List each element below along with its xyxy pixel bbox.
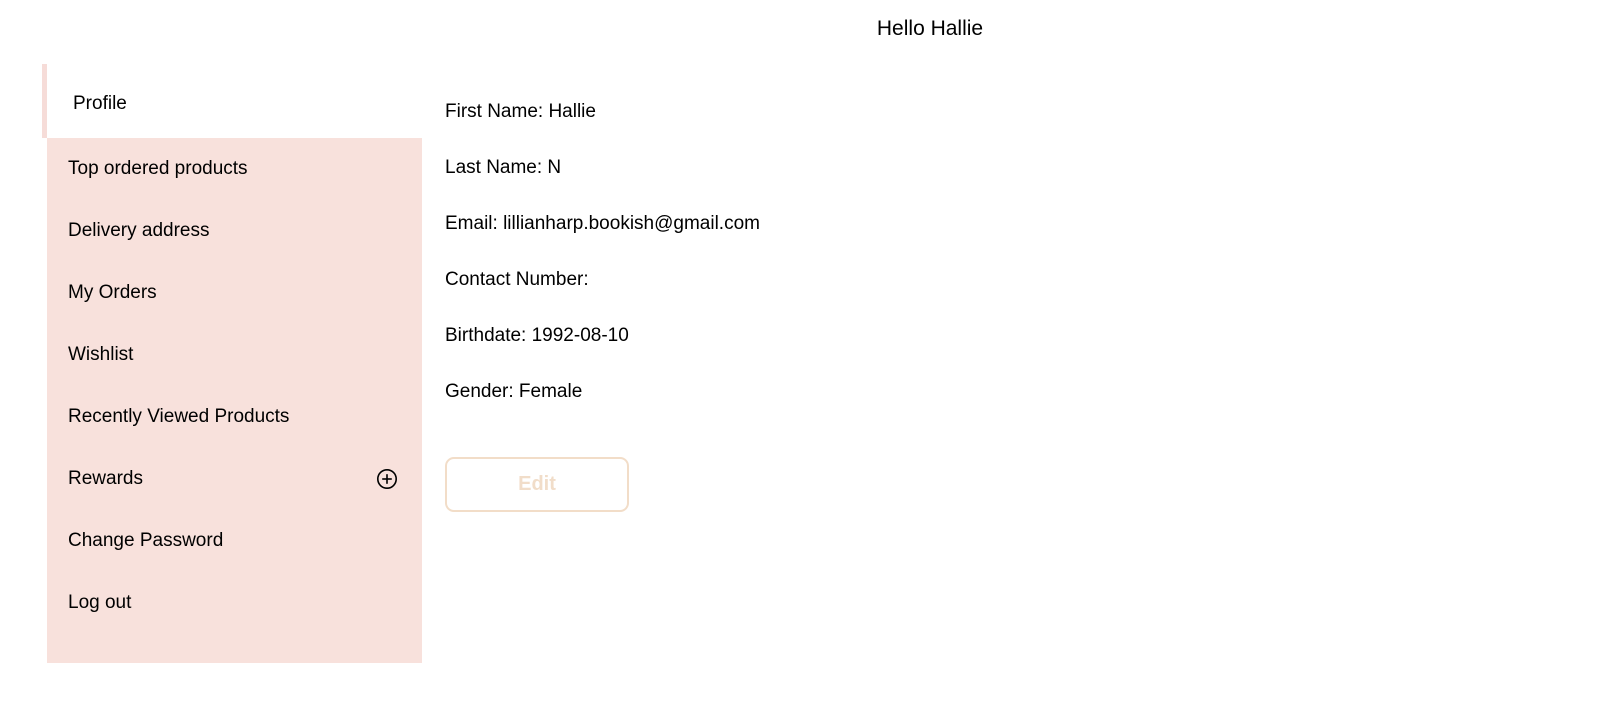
plus-circle-icon[interactable] — [376, 468, 398, 490]
profile-field-email: Email: lillianharp.bookish@gmail.com — [445, 213, 760, 234]
sidebar-item-change-password[interactable]: Change Password — [47, 510, 422, 572]
profile-field-last-name: Last Name: N — [445, 157, 562, 178]
sidebar-item-label: Log out — [68, 592, 132, 613]
sidebar-item-label: Change Password — [68, 530, 224, 551]
sidebar-item-top-ordered-products[interactable]: Top ordered products — [47, 138, 422, 200]
profile-field-birthdate: Birthdate: 1992-08-10 — [445, 325, 629, 346]
sidebar-item-rewards[interactable]: Rewards — [47, 448, 422, 510]
sidebar-item-label: My Orders — [68, 282, 157, 303]
profile-field-contact-number: Contact Number: — [445, 269, 589, 290]
sidebar-item-profile[interactable]: Profile — [42, 64, 422, 138]
profile-details-panel: First Name: Hallie Last Name: N Email: l… — [445, 100, 1265, 436]
profile-field-first-name: First Name: Hallie — [445, 101, 596, 122]
edit-profile-button[interactable]: Edit — [445, 457, 629, 512]
page-header: Hello Hallie — [0, 0, 1600, 58]
sidebar-item-label: Delivery address — [68, 220, 210, 241]
sidebar-item-label: Recently Viewed Products — [68, 406, 290, 427]
page-root: Hello Hallie Profile Top ordered product… — [0, 0, 1600, 719]
sidebar-item-label: Profile — [73, 93, 127, 114]
sidebar-item-label: Wishlist — [68, 344, 134, 365]
sidebar-item-delivery-address[interactable]: Delivery address — [47, 200, 422, 262]
sidebar-item-log-out[interactable]: Log out — [47, 572, 422, 634]
sidebar-item-my-orders[interactable]: My Orders — [47, 262, 422, 324]
sidebar-item-label: Top ordered products — [68, 158, 248, 179]
profile-field-gender: Gender: Female — [445, 381, 583, 402]
greeting-text: Hello Hallie — [876, 17, 984, 40]
sidebar-item-label: Rewards — [68, 468, 143, 489]
account-sidebar: Profile Top ordered products Delivery ad… — [42, 64, 422, 663]
sidebar-item-wishlist[interactable]: Wishlist — [47, 324, 422, 386]
sidebar-item-recently-viewed-products[interactable]: Recently Viewed Products — [47, 386, 422, 448]
